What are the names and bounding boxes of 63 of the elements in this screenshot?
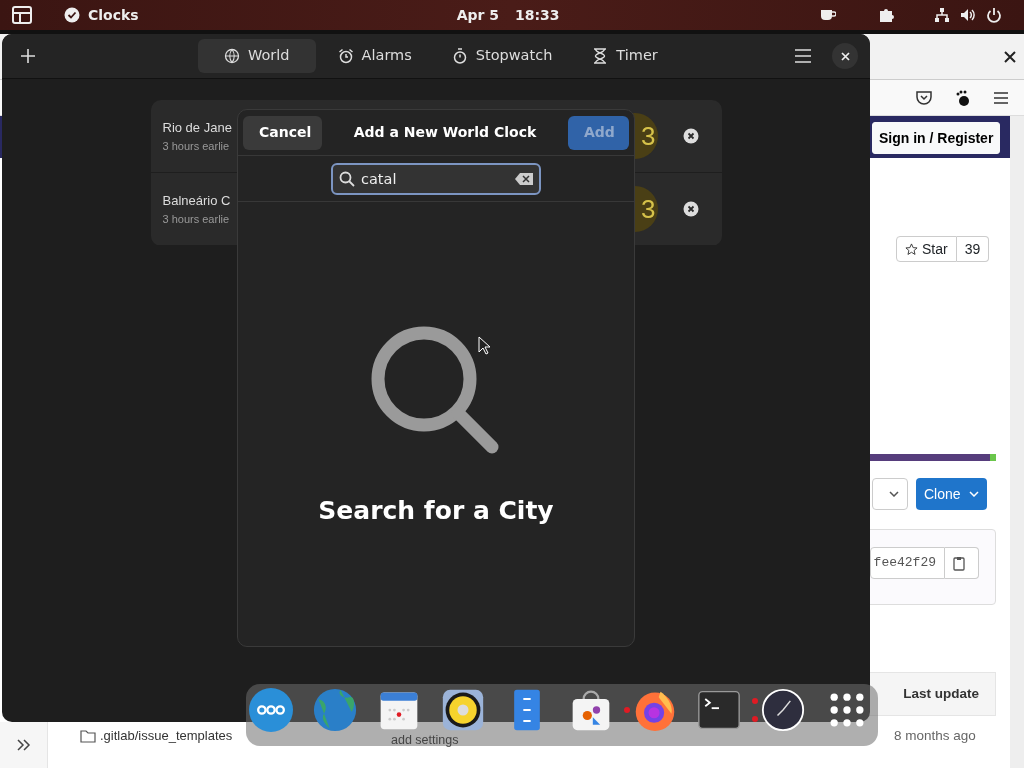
- running-indicator: [752, 716, 758, 722]
- close-icon: [840, 51, 850, 61]
- globe-icon: [313, 688, 357, 732]
- expand-icon[interactable]: [17, 739, 31, 751]
- cancel-button[interactable]: Cancel: [243, 115, 322, 150]
- sign-in-button[interactable]: Sign in / Register: [872, 122, 1001, 154]
- city-name: Rio de Jane: [162, 119, 232, 137]
- date-text[interactable]: Apr 5: [456, 4, 500, 26]
- search-field[interactable]: catal: [331, 162, 541, 195]
- clear-icon[interactable]: [515, 172, 533, 185]
- menu-icon[interactable]: [994, 91, 1008, 104]
- remove-button[interactable]: [681, 200, 700, 218]
- alarm-clock-icon: [337, 48, 354, 64]
- stopwatch-icon: [451, 48, 468, 64]
- star-count[interactable]: 39: [956, 236, 990, 262]
- city-name: Balneário C: [162, 192, 231, 210]
- menu-icon: [795, 49, 811, 63]
- footprint-icon[interactable]: [956, 89, 970, 106]
- commit-message-link[interactable]: add settings: [391, 733, 459, 748]
- updated-time: 8 months ago: [894, 727, 976, 745]
- pointer-icon: [478, 336, 491, 355]
- tab[interactable]: Alarms: [319, 39, 430, 73]
- running-indicator: [624, 707, 630, 713]
- volume-icon[interactable]: [959, 7, 976, 23]
- globe-icon: [224, 48, 240, 64]
- file-link[interactable]: .gitlab/issue_templates: [100, 726, 233, 746]
- close-icon[interactable]: [1004, 50, 1016, 63]
- hourglass-icon: [592, 48, 609, 64]
- empty-state-title: Search for a City: [318, 495, 554, 527]
- time-offset: 3 hours earlie: [162, 211, 231, 227]
- tab[interactable]: World: [198, 39, 316, 73]
- clipboard-icon: [953, 555, 965, 571]
- clone-button[interactable]: Clone: [916, 478, 987, 510]
- clock-app-icon: [64, 7, 80, 23]
- dialog-title: Add a New World Clock: [353, 123, 537, 142]
- running-indicator: [752, 698, 758, 704]
- close-icon: [682, 128, 699, 144]
- time-offset: 3 hours earlie: [162, 138, 231, 154]
- time-text[interactable]: 18:33: [515, 4, 560, 26]
- menu-dots-icon: [249, 688, 293, 732]
- star-button[interactable]: Star: [896, 236, 957, 262]
- cup-icon[interactable]: [819, 8, 836, 22]
- tab[interactable]: Timer: [574, 39, 676, 73]
- power-icon[interactable]: [985, 7, 1002, 23]
- tab[interactable]: Stopwatch: [433, 39, 571, 73]
- puzzle-icon[interactable]: [877, 7, 894, 23]
- pocket-icon[interactable]: [916, 90, 932, 105]
- network-icon[interactable]: [933, 7, 950, 23]
- star-icon: [905, 242, 918, 256]
- search-icon: [339, 170, 355, 187]
- caret-icon: [889, 491, 899, 497]
- app-name[interactable]: Clocks: [88, 4, 139, 26]
- close-icon: [682, 201, 699, 217]
- clock-icon: [761, 688, 805, 732]
- copy-button[interactable]: [945, 547, 979, 579]
- activities-icon[interactable]: [12, 6, 32, 24]
- close-button[interactable]: [832, 43, 858, 69]
- plus-icon: [21, 49, 35, 63]
- commit-id-field[interactable]: fee42f29: [870, 547, 945, 579]
- search-icon: [371, 326, 501, 456]
- remove-button[interactable]: [681, 127, 700, 145]
- caret-icon: [968, 491, 979, 497]
- folder-icon: [80, 729, 96, 743]
